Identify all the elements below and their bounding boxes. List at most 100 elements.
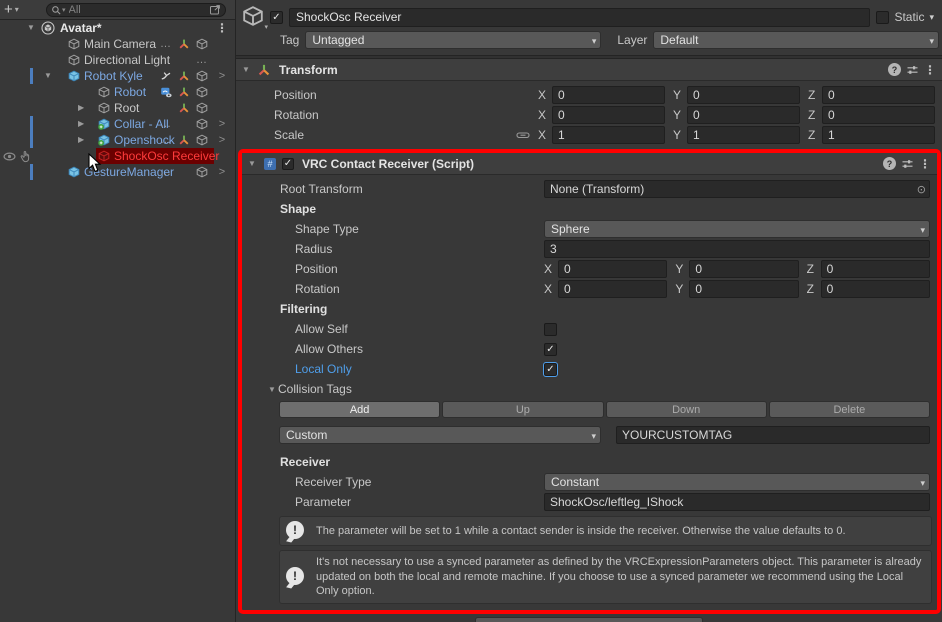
parameter-field[interactable]: ShockOsc/leftleg_IShock — [544, 493, 930, 511]
kebab-menu-icon[interactable]: ⋮ — [919, 157, 931, 171]
up-button[interactable]: Up — [442, 401, 603, 418]
more-components-icon[interactable]: … — [160, 38, 172, 50]
foldout-closed-icon[interactable]: ▶ — [78, 119, 84, 128]
visibility-eye-icon[interactable] — [3, 150, 16, 163]
down-button[interactable]: Down — [606, 401, 767, 418]
static-flags-caret-icon[interactable]: ▾ — [929, 12, 934, 23]
component-title: VRC Contact Receiver (Script) — [302, 157, 474, 171]
foldout-closed-icon[interactable]: ▶ — [78, 135, 84, 144]
transform-header[interactable]: ▼ Transform ? ⋮ — [236, 59, 942, 81]
root-transform-label: Root Transform — [280, 182, 363, 196]
search-input[interactable] — [69, 4, 209, 16]
hierarchy-row-collar-all[interactable]: ▶ Collar - All … > — [0, 116, 235, 132]
shape-type-dropdown[interactable]: Sphere ▾ — [544, 220, 930, 238]
position-y-field[interactable]: 0 — [687, 86, 800, 104]
foldout-open-icon[interactable]: ▼ — [44, 71, 52, 80]
receiver-type-dropdown[interactable]: Constant ▾ — [544, 473, 930, 491]
position-x-field[interactable]: 0 — [552, 86, 665, 104]
hierarchy-row-main-camera[interactable]: Main Camera … — [0, 36, 235, 52]
presets-icon[interactable] — [901, 158, 914, 170]
active-checkbox[interactable]: ✓ — [270, 11, 283, 24]
rotation-y-field[interactable]: 0 — [687, 106, 800, 124]
hierarchy-row-gesturemanager[interactable]: GestureManager … > — [0, 164, 235, 180]
foldout-open-icon[interactable]: ▼ — [242, 65, 252, 74]
allow-others-checkbox[interactable]: ✓ — [544, 343, 557, 356]
collision-tags-buttons: Add Up Down Delete — [242, 399, 937, 418]
checkmark-icon: ✓ — [546, 364, 554, 375]
position-z-field[interactable]: 0 — [822, 86, 935, 104]
foldout-open-icon[interactable]: ▼ — [268, 385, 278, 394]
pickability-hand-icon[interactable] — [19, 150, 32, 163]
kebab-menu-icon[interactable]: ⋮ — [924, 63, 936, 77]
info-bubble-icon: ! — [286, 521, 306, 541]
shape-position-x-field[interactable]: 0 — [558, 260, 667, 278]
kebab-menu-icon[interactable]: ⋮ — [216, 21, 228, 35]
local-only-checkbox[interactable]: ✓ — [544, 363, 557, 376]
prefab-open-chevron-icon[interactable]: > — [219, 70, 225, 82]
help-text: It's not necessary to use a synced param… — [316, 555, 923, 599]
add-component-button[interactable]: Add Component — [475, 617, 703, 622]
collision-tags-row[interactable]: ▼ Collision Tags — [242, 379, 937, 399]
radius-field[interactable]: 3 — [544, 240, 930, 258]
cube-icon — [98, 102, 110, 114]
rotation-row: Rotation X0 Y0 Z0 — [236, 105, 942, 125]
scale-x-field[interactable]: 1 — [552, 126, 665, 144]
truncation-ellipsis: … — [160, 134, 172, 146]
shape-position-z-field[interactable]: 0 — [821, 260, 930, 278]
search-icon — [51, 5, 62, 16]
cube-icon — [98, 86, 110, 98]
shape-rotation-x-field[interactable]: 0 — [558, 280, 667, 298]
layer-dropdown[interactable]: Default ▾ — [653, 31, 939, 49]
shape-position-y-field[interactable]: 0 — [689, 260, 798, 278]
gameobject-icon[interactable]: ▾ — [242, 5, 266, 29]
search-window-icon[interactable] — [209, 4, 221, 16]
gameobject-name-input[interactable] — [289, 8, 870, 27]
delete-button[interactable]: Delete — [769, 401, 930, 418]
hierarchy-search[interactable]: ▾ — [46, 3, 226, 17]
chevron-down-icon: ▾ — [920, 225, 925, 236]
shape-type-row: Shape Type Sphere ▾ — [242, 219, 937, 239]
help-icon[interactable]: ? — [888, 63, 901, 76]
scale-z-field[interactable]: 1 — [822, 126, 935, 144]
static-label: Static — [894, 10, 924, 24]
root-transform-object-field[interactable]: None (Transform) ⊙ — [544, 180, 930, 198]
create-object-button[interactable]: + ▾ — [4, 1, 30, 18]
hierarchy-row-shockosc-receiver[interactable]: ShockOsc Receiver — [0, 148, 235, 164]
shape-section-label: Shape — [280, 202, 316, 216]
allow-others-row: Allow Others ✓ — [242, 339, 937, 359]
rotation-x-field[interactable]: 0 — [552, 106, 665, 124]
hierarchy-row-robot-kyle[interactable]: ▼ Robot Kyle > — [0, 68, 235, 84]
prefab-open-chevron-icon[interactable]: > — [219, 134, 225, 146]
prefab-open-chevron-icon[interactable]: > — [219, 118, 225, 130]
hierarchy-row-avatar[interactable]: ▼ Avatar* ⋮ — [0, 20, 235, 36]
rotation-z-field[interactable]: 0 — [822, 106, 935, 124]
object-picker-icon[interactable]: ⊙ — [917, 183, 926, 196]
vrc-contact-receiver-header[interactable]: ▼ ✓ VRC Contact Receiver (Script) ? ⋮ — [242, 153, 937, 175]
tag-type-dropdown[interactable]: Custom ▾ — [279, 426, 601, 444]
help-icon[interactable]: ? — [883, 157, 896, 170]
hierarchy-row-root[interactable]: ▶ Root — [0, 100, 235, 116]
more-components-icon[interactable]: … — [196, 54, 208, 66]
more-components-icon[interactable]: … — [160, 118, 172, 130]
hierarchy-row-directional-light[interactable]: Directional Light … — [0, 52, 235, 68]
static-checkbox[interactable] — [876, 11, 889, 24]
custom-tag-field[interactable]: YOURCUSTOMTAG — [616, 426, 930, 444]
allow-self-checkbox[interactable] — [544, 323, 557, 336]
foldout-open-icon[interactable]: ▼ — [248, 159, 258, 168]
shape-rotation-z-field[interactable]: 0 — [821, 280, 930, 298]
hierarchy-row-openshock[interactable]: ▶ Openshock … > — [0, 132, 235, 148]
help-box-2: ! It's not necessary to use a synced par… — [279, 550, 932, 604]
foldout-open-icon[interactable]: ▼ — [27, 23, 35, 32]
shape-rotation-y-field[interactable]: 0 — [689, 280, 798, 298]
presets-icon[interactable] — [906, 64, 919, 76]
tag-dropdown[interactable]: Untagged ▾ — [305, 31, 601, 49]
tag-type-value: Custom — [286, 428, 327, 442]
foldout-closed-icon[interactable]: ▶ — [78, 103, 84, 112]
scale-y-field[interactable]: 1 — [687, 126, 800, 144]
constrain-proportions-link-icon[interactable] — [516, 129, 530, 141]
hierarchy-row-robot[interactable]: Robot — [0, 84, 235, 100]
component-enabled-checkbox[interactable]: ✓ — [282, 158, 294, 170]
add-button[interactable]: Add — [279, 401, 440, 418]
shape-type-value: Sphere — [551, 222, 590, 236]
prefab-open-chevron-icon[interactable]: > — [219, 166, 225, 178]
